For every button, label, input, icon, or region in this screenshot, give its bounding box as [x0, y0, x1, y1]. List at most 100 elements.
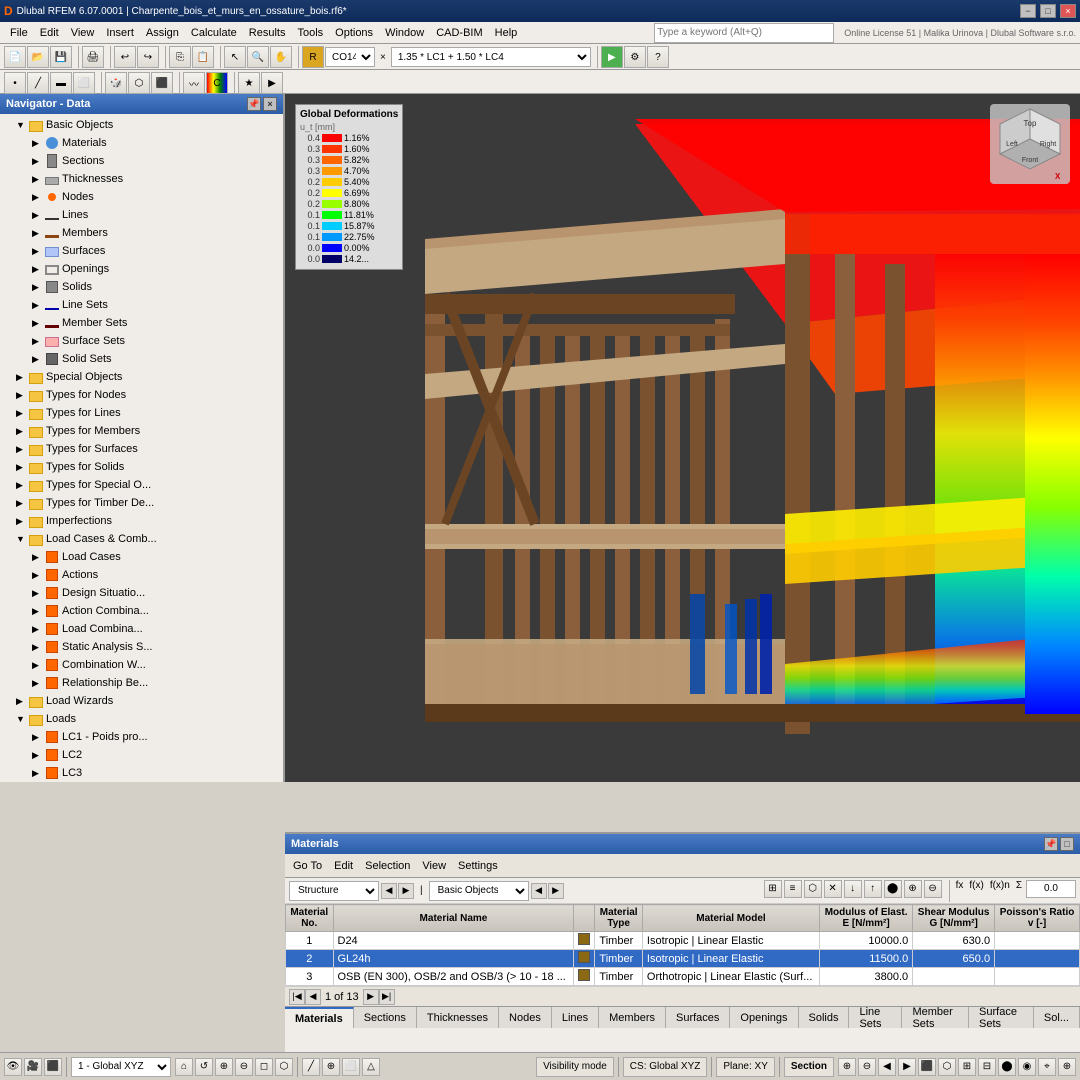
tree-item-18[interactable]: ▶Types for Surfaces: [0, 440, 283, 458]
menu-item-file[interactable]: File: [4, 25, 34, 41]
tree-item-1[interactable]: ▶Materials: [0, 134, 283, 152]
structure-combo[interactable]: Structure: [289, 881, 379, 901]
menu-item-cad-bim[interactable]: CAD-BIM: [430, 25, 488, 41]
status-extra-5[interactable]: ⬛: [918, 1058, 936, 1076]
status-extra-10[interactable]: ◉: [1018, 1058, 1036, 1076]
pan-btn[interactable]: ✋: [270, 46, 292, 68]
close-button[interactable]: ×: [1060, 4, 1076, 18]
view-menu[interactable]: View: [418, 858, 450, 874]
new-btn[interactable]: 📄: [4, 46, 26, 68]
tree-arrow-17[interactable]: ▶: [16, 426, 28, 437]
tree-item-35[interactable]: ▶LC2: [0, 746, 283, 764]
tree-item-7[interactable]: ▶Surfaces: [0, 242, 283, 260]
bottom-tab-openings[interactable]: Openings: [730, 1007, 798, 1028]
status-nav-4[interactable]: ⊖: [235, 1058, 253, 1076]
status-draw-2[interactable]: ⊕: [322, 1058, 340, 1076]
nav-next-btn[interactable]: ▶: [398, 883, 414, 899]
bottom-tab-nodes[interactable]: Nodes: [499, 1007, 552, 1028]
tree-item-16[interactable]: ▶Types for Lines: [0, 404, 283, 422]
panel-max-btn[interactable]: □: [1060, 837, 1074, 851]
tree-item-8[interactable]: ▶Openings: [0, 260, 283, 278]
tree-arrow-33[interactable]: ▼: [16, 714, 28, 724]
bottom-tab-lines[interactable]: Lines: [552, 1007, 599, 1028]
status-nav-2[interactable]: ↺: [195, 1058, 213, 1076]
bottom-tab-sections[interactable]: Sections: [354, 1007, 417, 1028]
status-extra-6[interactable]: ⬡: [938, 1058, 956, 1076]
menu-item-tools[interactable]: Tools: [291, 25, 329, 41]
minimize-button[interactable]: −: [1020, 4, 1036, 18]
status-extra-3[interactable]: ◀: [878, 1058, 896, 1076]
tree-arrow-7[interactable]: ▶: [32, 246, 44, 257]
status-nav-6[interactable]: ⬡: [275, 1058, 293, 1076]
bottom-tab-surface-sets[interactable]: Surface Sets: [969, 1007, 1034, 1028]
tree-arrow-4[interactable]: ▶: [32, 192, 44, 203]
tree-item-14[interactable]: ▶Special Objects: [0, 368, 283, 386]
nav-pin-btn[interactable]: 📌: [247, 97, 261, 111]
tree-item-22[interactable]: ▶Imperfections: [0, 512, 283, 530]
next-page-btn[interactable]: ▶: [363, 989, 379, 1005]
result-btn[interactable]: R: [302, 46, 324, 68]
status-extra-11[interactable]: ⌖: [1038, 1058, 1056, 1076]
status-icon-1[interactable]: 👁: [4, 1058, 22, 1076]
tree-item-30[interactable]: ▶Combination W...: [0, 656, 283, 674]
menu-item-assign[interactable]: Assign: [140, 25, 185, 41]
status-nav-3[interactable]: ⊕: [215, 1058, 233, 1076]
last-page-btn[interactable]: ▶|: [379, 989, 395, 1005]
help-btn[interactable]: ?: [647, 46, 669, 68]
tree-item-5[interactable]: ▶Lines: [0, 206, 283, 224]
tree-arrow-12[interactable]: ▶: [32, 336, 44, 347]
tree-item-29[interactable]: ▶Static Analysis S...: [0, 638, 283, 656]
nav-prev-btn[interactable]: ◀: [381, 883, 397, 899]
tree-item-31[interactable]: ▶Relationship Be...: [0, 674, 283, 692]
tree-arrow-2[interactable]: ▶: [32, 156, 44, 167]
status-extra-12[interactable]: ⊕: [1058, 1058, 1076, 1076]
status-draw-1[interactable]: ╱: [302, 1058, 320, 1076]
nav-prev-btn-2[interactable]: ◀: [531, 883, 547, 899]
table-icon-5[interactable]: ↓: [844, 880, 862, 898]
tree-item-32[interactable]: ▶Load Wizards: [0, 692, 283, 710]
status-nav-5[interactable]: ◻: [255, 1058, 273, 1076]
bottom-tab-line-sets[interactable]: Line Sets: [849, 1007, 902, 1028]
tree-arrow-1[interactable]: ▶: [32, 138, 44, 149]
tree-item-26[interactable]: ▶Design Situatio...: [0, 584, 283, 602]
wireframe-btn[interactable]: ⬡: [128, 72, 150, 94]
status-extra-1[interactable]: ⊕: [838, 1058, 856, 1076]
tree-item-28[interactable]: ▶Load Combina...: [0, 620, 283, 638]
tree-arrow-8[interactable]: ▶: [32, 264, 44, 275]
color-btn[interactable]: C: [206, 72, 228, 94]
render-btn[interactable]: ★: [238, 72, 260, 94]
settings-menu[interactable]: Settings: [454, 858, 502, 874]
menu-item-edit[interactable]: Edit: [34, 25, 65, 41]
bottom-tab-solids[interactable]: Solids: [799, 1007, 850, 1028]
tree-arrow-0[interactable]: ▼: [16, 120, 28, 130]
tree-arrow-20[interactable]: ▶: [16, 480, 28, 491]
tree-item-0[interactable]: ▼Basic Objects: [0, 116, 283, 134]
tree-arrow-32[interactable]: ▶: [16, 696, 28, 707]
status-extra-8[interactable]: ⊟: [978, 1058, 996, 1076]
tree-arrow-15[interactable]: ▶: [16, 390, 28, 401]
value-display[interactable]: 0.0: [1026, 880, 1076, 898]
status-extra-2[interactable]: ⊖: [858, 1058, 876, 1076]
panel-pin-btn[interactable]: 📌: [1044, 837, 1058, 851]
settings-btn[interactable]: ⚙: [624, 46, 646, 68]
undo-btn[interactable]: ↩: [114, 46, 136, 68]
tree-item-3[interactable]: ▶Thicknesses: [0, 170, 283, 188]
redo-btn[interactable]: ↪: [137, 46, 159, 68]
table-icon-1[interactable]: ⊞: [764, 880, 782, 898]
table-icon-8[interactable]: ⊕: [904, 880, 922, 898]
tree-arrow-5[interactable]: ▶: [32, 210, 44, 221]
menu-item-calculate[interactable]: Calculate: [185, 25, 243, 41]
table-icon-2[interactable]: ≡: [784, 880, 802, 898]
tree-item-25[interactable]: ▶Actions: [0, 566, 283, 584]
status-extra-9[interactable]: ⬤: [998, 1058, 1016, 1076]
keyword-search[interactable]: [654, 23, 834, 43]
line-btn[interactable]: ╱: [27, 72, 49, 94]
menu-item-view[interactable]: View: [65, 25, 101, 41]
tree-item-12[interactable]: ▶Surface Sets: [0, 332, 283, 350]
tree-arrow-22[interactable]: ▶: [16, 516, 28, 527]
tree-arrow-36[interactable]: ▶: [32, 768, 44, 779]
tree-item-21[interactable]: ▶Types for Timber De...: [0, 494, 283, 512]
tree-arrow-16[interactable]: ▶: [16, 408, 28, 419]
save-btn[interactable]: 💾: [50, 46, 72, 68]
tree-arrow-25[interactable]: ▶: [32, 570, 44, 581]
